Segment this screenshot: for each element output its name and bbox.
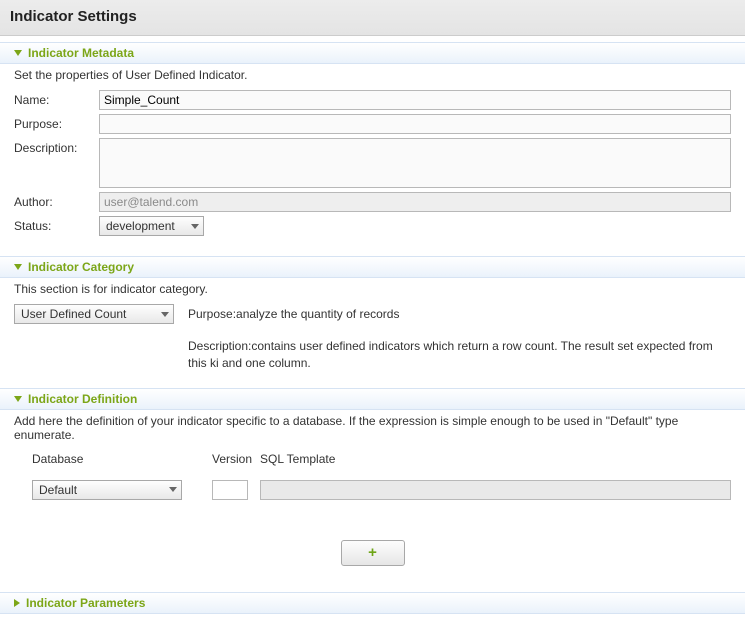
status-select[interactable]: development (99, 216, 204, 236)
category-description-label: Description: (188, 339, 251, 353)
definition-column-headers: Database Version SQL Template (32, 452, 731, 466)
chevron-down-icon (191, 224, 199, 229)
section-category-title: Indicator Category (28, 260, 134, 274)
section-parameters-header[interactable]: Indicator Parameters (0, 592, 745, 614)
section-parameters-title: Indicator Parameters (26, 596, 145, 610)
database-select[interactable]: Default (32, 480, 182, 500)
sql-template-input[interactable] (260, 480, 731, 500)
category-description-value: contains user defined indicators which r… (188, 339, 713, 370)
section-definition-title: Indicator Definition (28, 392, 137, 406)
purpose-input[interactable] (99, 114, 731, 134)
description-textarea[interactable] (99, 138, 731, 188)
chevron-down-icon (14, 50, 22, 56)
chevron-right-icon (14, 599, 20, 607)
definition-row: Default (32, 480, 731, 500)
chevron-down-icon (169, 487, 177, 492)
purpose-label: Purpose: (14, 114, 99, 131)
category-purpose-label: Purpose: (188, 307, 236, 321)
category-purpose-value: analyze the quantity of records (236, 307, 399, 321)
category-description-text: This section is for indicator category. (14, 282, 731, 296)
section-definition-header[interactable]: Indicator Definition (0, 388, 745, 410)
name-input[interactable] (99, 90, 731, 110)
name-label: Name: (14, 90, 99, 107)
add-button[interactable]: + (341, 540, 405, 566)
chevron-down-icon (14, 264, 22, 270)
author-label: Author: (14, 192, 99, 209)
category-purpose-text: Purpose:analyze the quantity of records (188, 304, 399, 321)
section-metadata-title: Indicator Metadata (28, 46, 134, 60)
description-label: Description: (14, 138, 99, 155)
metadata-description-text: Set the properties of User Defined Indic… (14, 68, 731, 82)
section-category: Indicator Category This section is for i… (0, 256, 745, 382)
section-parameters: Indicator Parameters (0, 592, 745, 614)
status-select-value: development (106, 219, 175, 233)
database-select-value: Default (39, 483, 77, 497)
chevron-down-icon (14, 396, 22, 402)
section-definition: Indicator Definition Add here the defini… (0, 388, 745, 586)
page-title: Indicator Settings (10, 8, 735, 25)
col-header-sql: SQL Template (260, 452, 335, 466)
definition-description-text: Add here the definition of your indicato… (14, 414, 731, 442)
version-input[interactable] (212, 480, 248, 500)
window-header: Indicator Settings (0, 0, 745, 36)
section-metadata-header[interactable]: Indicator Metadata (0, 42, 745, 64)
section-metadata: Indicator Metadata Set the properties of… (0, 42, 745, 250)
section-category-header[interactable]: Indicator Category (0, 256, 745, 278)
chevron-down-icon (161, 312, 169, 317)
author-input (99, 192, 731, 212)
category-description-block: Description:contains user defined indica… (188, 338, 731, 372)
status-label: Status: (14, 216, 99, 233)
col-header-version: Version (212, 452, 260, 466)
category-select-value: User Defined Count (21, 307, 126, 321)
plus-icon: + (368, 545, 377, 560)
category-select[interactable]: User Defined Count (14, 304, 174, 324)
col-header-database: Database (32, 452, 212, 466)
